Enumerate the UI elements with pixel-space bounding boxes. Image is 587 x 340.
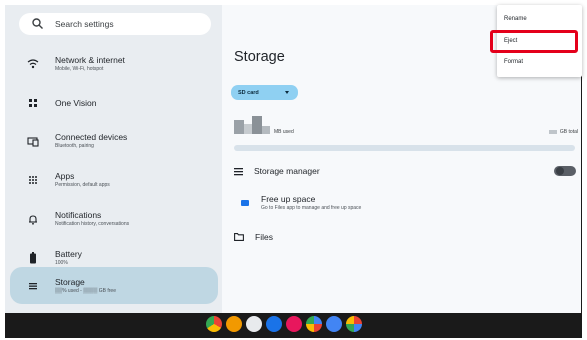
- sidebar-item-storage[interactable]: Storage ▒▒% used - ▒▒▒▒ GB free: [10, 267, 218, 304]
- storage-manager-row[interactable]: Storage manager: [234, 166, 320, 176]
- sidebar-item-one-vision[interactable]: One Vision: [5, 85, 222, 121]
- files-icon[interactable]: [286, 316, 302, 332]
- folder-icon: [234, 233, 244, 241]
- redacted-total-value: [548, 130, 557, 134]
- storage-selector-label: SD card: [238, 89, 259, 96]
- settings-sidebar: Search settings Network & internet Mobil…: [5, 5, 222, 313]
- grid-icon: [27, 97, 39, 109]
- photos-icon[interactable]: [266, 316, 282, 332]
- sidebar-item-label: Notifications: [55, 210, 102, 220]
- sidebar-item-sub: Mobile, Wi-Fi, hotspot: [55, 66, 104, 72]
- files-label: Files: [255, 232, 273, 242]
- menu-item-format[interactable]: Format: [504, 59, 523, 65]
- app-dock: [206, 316, 362, 333]
- storage-manager-label: Storage manager: [254, 166, 320, 176]
- sidebar-item-connected-devices[interactable]: Connected devices Bluetooth, pairing: [5, 123, 222, 159]
- storage-usage-bar: [234, 145, 575, 151]
- storage-selector-dropdown[interactable]: SD card: [231, 85, 298, 100]
- redacted-used-value: [234, 116, 270, 134]
- wifi-icon: [27, 58, 39, 70]
- sidebar-item-label: Storage: [55, 276, 85, 287]
- chevron-down-icon: [285, 91, 289, 94]
- launcher-icon[interactable]: [346, 316, 362, 332]
- sidebar-item-apps[interactable]: Apps Permission, default apps: [5, 162, 222, 198]
- sidebar-item-label: Network & internet: [55, 55, 125, 65]
- free-up-subtitle: Go to Files app to manage and free up sp…: [261, 205, 362, 211]
- assistant-icon[interactable]: [306, 316, 322, 332]
- storage-icon: [27, 280, 39, 292]
- camera-icon[interactable]: [226, 316, 242, 332]
- bell-icon: [27, 213, 39, 225]
- page-title: Storage: [234, 49, 285, 65]
- search-icon: [32, 18, 43, 29]
- files-row[interactable]: Files: [234, 232, 273, 242]
- free-up-title: Free up space: [261, 194, 316, 204]
- sidebar-item-notifications[interactable]: Notifications Notification history, conv…: [5, 201, 222, 237]
- used-label: MB used: [274, 129, 294, 135]
- play-icon[interactable]: [326, 316, 342, 332]
- sidebar-item-sub: ▒▒% used - ▒▒▒▒ GB free: [55, 287, 116, 294]
- files-app-icon: [241, 200, 249, 206]
- sidebar-item-label: One Vision: [55, 98, 97, 108]
- chrome-icon[interactable]: [206, 316, 222, 332]
- total-label: GB total: [559, 129, 578, 135]
- sidebar-item-network[interactable]: Network & internet Mobile, Wi-Fi, hotspo…: [5, 46, 222, 82]
- free-up-space-row[interactable]: Free up space Go to Files app to manage …: [241, 194, 361, 213]
- apps-icon: [27, 174, 39, 186]
- sidebar-item-sub: Notification history, conversations: [55, 221, 130, 227]
- sidebar-item-label: Connected devices: [55, 132, 128, 142]
- devices-icon: [27, 135, 39, 147]
- storage-manager-icon: [234, 167, 243, 175]
- sidebar-item-sub: Bluetooth, pairing: [55, 143, 94, 149]
- menu-item-rename[interactable]: Rename: [504, 16, 527, 22]
- sidebar-item-label: Apps: [55, 171, 75, 181]
- search-placeholder: Search settings: [55, 19, 114, 29]
- toggle-knob: [556, 167, 564, 175]
- storage-manager-toggle[interactable]: [554, 166, 576, 176]
- sidebar-item-label: Battery: [55, 249, 82, 259]
- settings-icon[interactable]: [246, 316, 262, 332]
- sidebar-item-sub: Permission, default apps: [55, 182, 110, 188]
- battery-icon: [27, 252, 39, 264]
- search-bar[interactable]: Search settings: [19, 13, 211, 35]
- sidebar-item-sub: 100%: [55, 260, 68, 266]
- total-label-wrap: GB total: [548, 129, 578, 135]
- eject-highlight-box: [490, 30, 578, 53]
